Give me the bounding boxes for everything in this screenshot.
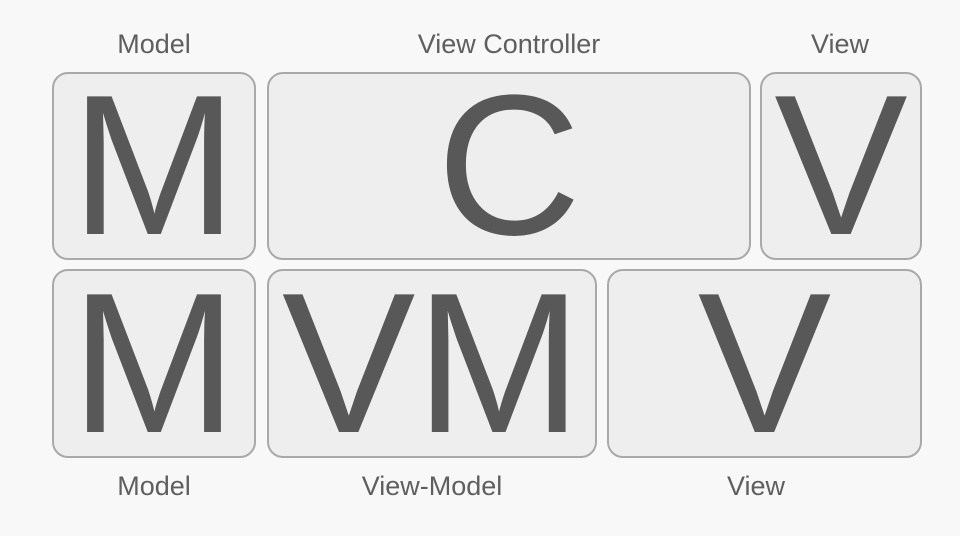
top-model-caption: Model [117, 29, 191, 59]
bottom-view-model-caption: View-Model [361, 471, 503, 501]
top-view-caption: View [810, 29, 870, 59]
bottom-view-caption: View [726, 471, 786, 501]
mvvm-view-letter: V [697, 269, 832, 458]
mvvm-model-box: M [52, 269, 256, 458]
mvc-model-box: M [52, 72, 256, 260]
mvc-model-letter: M [70, 72, 238, 260]
mvvm-viewmodel-letter: VM [282, 269, 582, 458]
mvc-view-box: V [760, 72, 922, 260]
mvc-controller-letter: C [436, 72, 582, 260]
mvc-view-letter: V [774, 72, 908, 260]
mvvm-model-letter: M [70, 269, 238, 458]
mvvm-viewmodel-box: VM [267, 269, 597, 458]
mvc-controller-box: C [267, 72, 751, 260]
mvvm-view-box: V [607, 269, 922, 458]
bottom-model-caption: Model [117, 471, 191, 501]
top-view-controller-caption: View Controller [417, 29, 601, 59]
